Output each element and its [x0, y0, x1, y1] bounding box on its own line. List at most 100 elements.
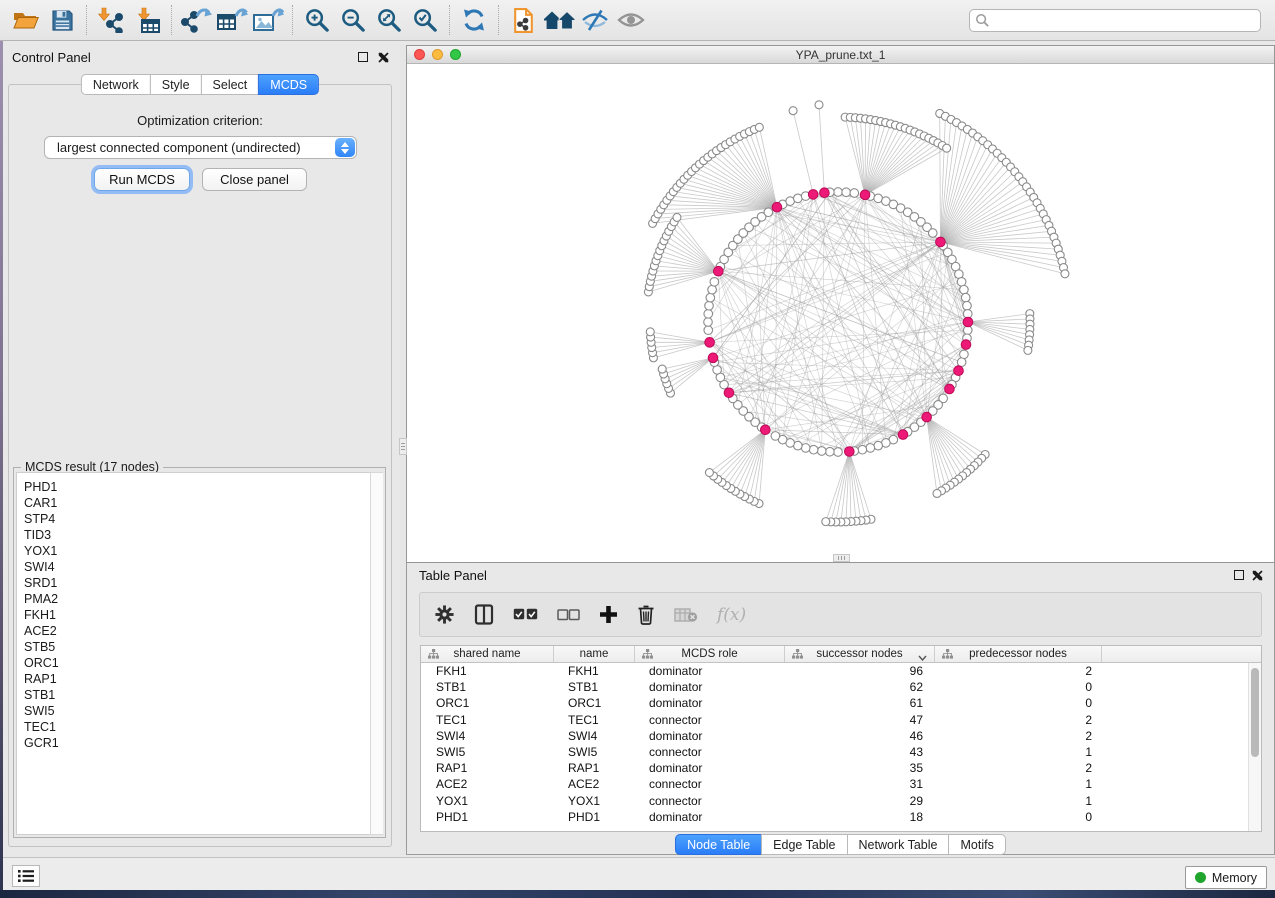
horizontal-splitter-grip[interactable]: [833, 554, 850, 562]
network-window-titlebar[interactable]: YPA_prune.txt_1: [407, 46, 1274, 64]
graph-node[interactable]: [960, 350, 969, 359]
graph-hub-node[interactable]: [705, 338, 715, 348]
table-row[interactable]: STB1STB1dominator620: [421, 679, 1261, 695]
graph-node[interactable]: [755, 123, 763, 131]
graph-node[interactable]: [933, 489, 941, 497]
mcds-result-item[interactable]: ORC1: [24, 655, 382, 671]
mcds-result-item[interactable]: YOX1: [24, 543, 382, 559]
zoom-fit-icon[interactable]: [371, 3, 407, 37]
graph-hub-node[interactable]: [945, 384, 955, 394]
graph-hub-node[interactable]: [820, 188, 830, 198]
table-row[interactable]: FKH1FKH1dominator962: [421, 663, 1261, 679]
graph-node[interactable]: [1061, 270, 1069, 278]
graph-node[interactable]: [771, 432, 780, 441]
graph-hub-node[interactable]: [808, 190, 818, 200]
column-header-MCDS-role[interactable]: MCDS role: [635, 646, 785, 662]
select-all-columns-icon[interactable]: [513, 608, 538, 621]
graph-hub-node[interactable]: [961, 340, 971, 350]
tab-mcds[interactable]: MCDS: [258, 74, 319, 95]
mcds-result-item[interactable]: SRD1: [24, 575, 382, 591]
graph-node[interactable]: [809, 445, 818, 454]
show-columns-icon[interactable]: [474, 604, 494, 625]
graph-hub-node[interactable]: [761, 425, 771, 435]
graph-hub-node[interactable]: [860, 190, 870, 200]
hide-selected-icon[interactable]: [577, 3, 613, 37]
graph-node[interactable]: [866, 444, 875, 453]
graph-node[interactable]: [842, 188, 851, 197]
graph-hub-node[interactable]: [954, 366, 964, 376]
graph-node[interactable]: [704, 318, 713, 327]
graph-node[interactable]: [673, 213, 681, 221]
graph-node[interactable]: [957, 358, 966, 367]
graph-node[interactable]: [706, 293, 715, 302]
graph-node[interactable]: [817, 447, 826, 456]
tab-motifs[interactable]: Motifs: [948, 834, 1005, 855]
graph-node[interactable]: [646, 328, 654, 336]
mcds-result-item[interactable]: RAP1: [24, 671, 382, 687]
graph-node[interactable]: [1024, 346, 1032, 354]
mcds-result-item[interactable]: GCR1: [24, 735, 382, 751]
task-history-button[interactable]: [12, 865, 40, 887]
graph-hub-node[interactable]: [898, 430, 908, 440]
share-document-icon[interactable]: [505, 3, 541, 37]
graph-node[interactable]: [963, 301, 972, 310]
close-panel-icon[interactable]: [378, 52, 389, 63]
graph-node[interactable]: [801, 444, 810, 453]
graph-node[interactable]: [794, 194, 803, 203]
graph-hub-node[interactable]: [772, 202, 782, 212]
graph-node[interactable]: [943, 144, 951, 152]
graph-node[interactable]: [658, 365, 666, 373]
graph-node[interactable]: [960, 285, 969, 294]
delete-columns-icon[interactable]: [637, 604, 655, 625]
close-panel-button[interactable]: Close panel: [202, 168, 307, 191]
column-header-name[interactable]: name: [554, 646, 635, 662]
mcds-result-item[interactable]: FKH1: [24, 607, 382, 623]
table-row[interactable]: TEC1TEC1connector472: [421, 712, 1261, 728]
network-graph[interactable]: [407, 64, 1274, 562]
open-file-icon[interactable]: [8, 3, 44, 37]
save-session-icon[interactable]: [44, 3, 80, 37]
vertical-splitter-grip[interactable]: [399, 438, 407, 455]
run-mcds-button[interactable]: Run MCDS: [94, 168, 190, 191]
add-column-icon[interactable]: [599, 605, 618, 624]
float-table-panel-icon[interactable]: [1234, 570, 1244, 580]
graph-node[interactable]: [705, 469, 713, 477]
zoom-selected-icon[interactable]: [407, 3, 443, 37]
show-all-icon[interactable]: [613, 3, 649, 37]
mcds-result-item[interactable]: SWI5: [24, 703, 382, 719]
table-row[interactable]: ACE2ACE2connector311: [421, 776, 1261, 792]
table-row[interactable]: RAP1RAP1dominator352: [421, 760, 1261, 776]
float-panel-icon[interactable]: [358, 52, 368, 62]
export-table-icon[interactable]: [214, 3, 250, 37]
sort-chevron-icon[interactable]: [918, 652, 927, 664]
graph-node[interactable]: [834, 188, 843, 197]
graph-node[interactable]: [710, 278, 719, 287]
table-scrollbar[interactable]: [1248, 663, 1261, 831]
graph-hub-node[interactable]: [845, 447, 855, 457]
tab-network-table[interactable]: Network Table: [847, 834, 950, 855]
import-table-icon[interactable]: [129, 3, 165, 37]
mcds-result-item[interactable]: ACE2: [24, 623, 382, 639]
export-network-icon[interactable]: [178, 3, 214, 37]
graph-hub-node[interactable]: [963, 317, 973, 327]
tab-edge-table[interactable]: Edge Table: [761, 834, 847, 855]
mcds-list-scrollbar[interactable]: [370, 472, 383, 835]
memory-button[interactable]: Memory: [1185, 866, 1267, 889]
graph-node[interactable]: [874, 441, 883, 450]
tab-select[interactable]: Select: [201, 74, 260, 95]
mcds-result-item[interactable]: STP4: [24, 511, 382, 527]
graph-node[interactable]: [957, 278, 966, 287]
mcds-result-item[interactable]: STB5: [24, 639, 382, 655]
column-header-predecessor-nodes[interactable]: predecessor nodes: [935, 646, 1102, 662]
first-neighbors-icon[interactable]: [541, 3, 577, 37]
mcds-result-item[interactable]: SWI4: [24, 559, 382, 575]
graph-node[interactable]: [822, 518, 830, 526]
table-mode-gear-icon[interactable]: [434, 604, 455, 625]
table-row[interactable]: PHD1PHD1dominator180: [421, 809, 1261, 825]
zoom-in-icon[interactable]: [299, 3, 335, 37]
mcds-result-item[interactable]: TID3: [24, 527, 382, 543]
search-input[interactable]: [969, 9, 1261, 32]
graph-node[interactable]: [704, 326, 713, 335]
table-row[interactable]: SWI5SWI5connector431: [421, 744, 1261, 760]
zoom-out-icon[interactable]: [335, 3, 371, 37]
